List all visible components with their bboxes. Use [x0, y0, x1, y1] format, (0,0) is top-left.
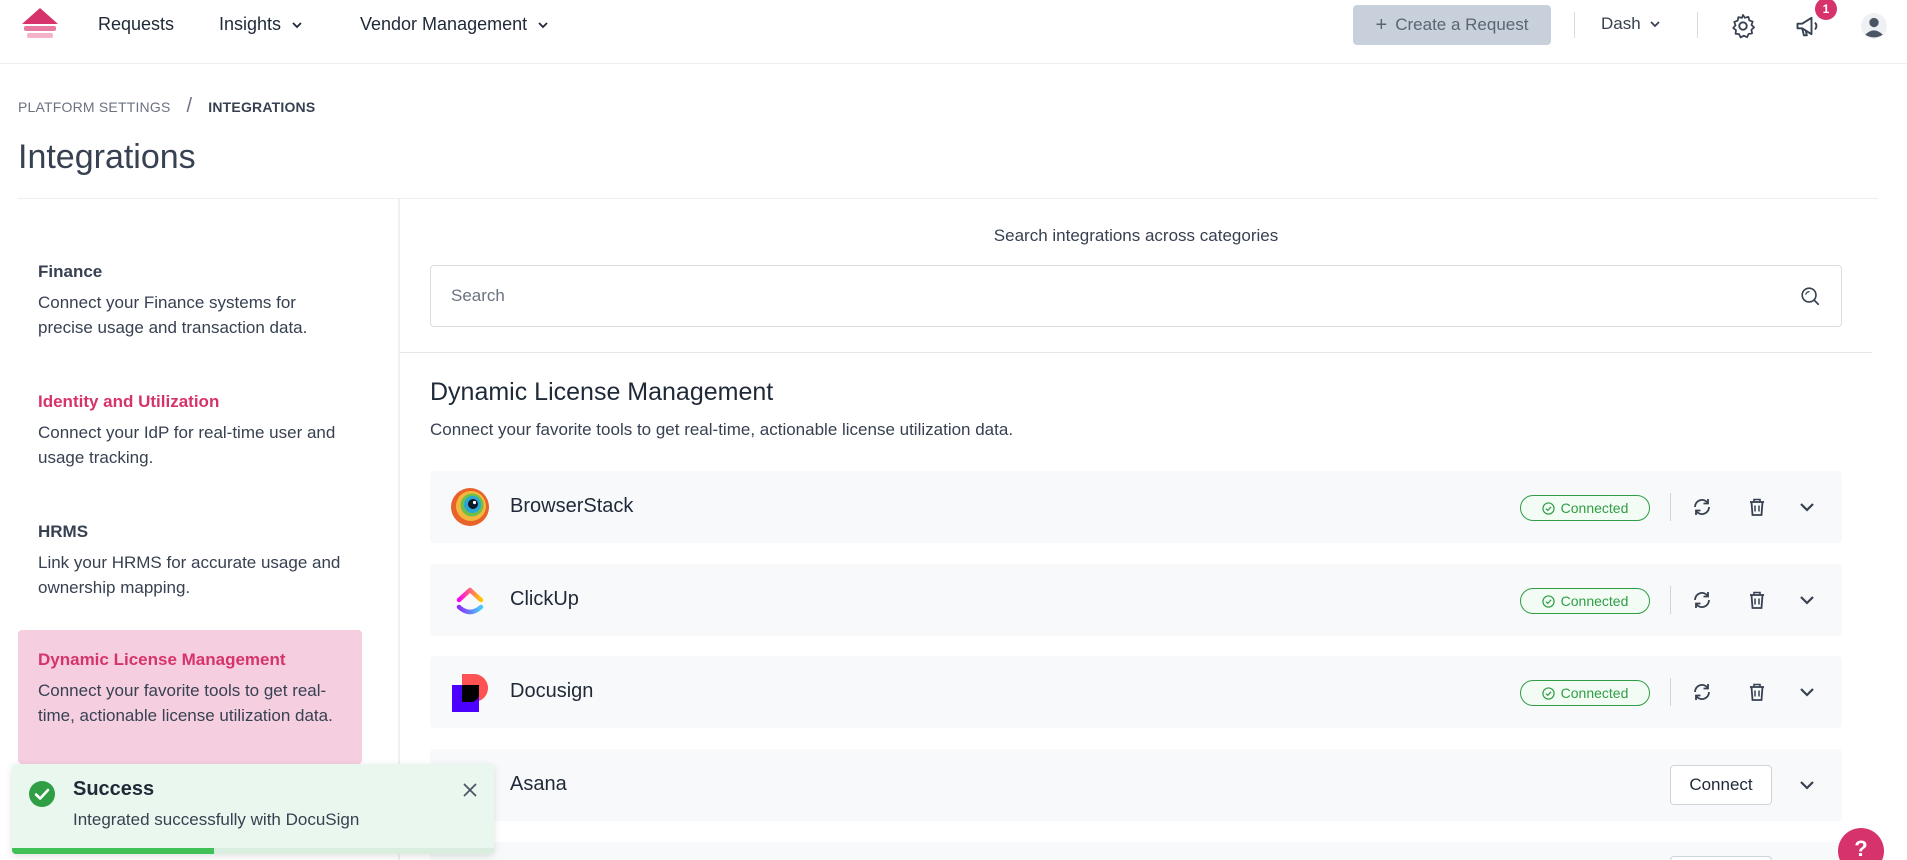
- check-circle-icon: [1541, 501, 1555, 515]
- category-description: Link your HRMS for accurate usage and ow…: [38, 553, 341, 597]
- nav-insights-label: Insights: [219, 14, 282, 34]
- breadcrumb-separator: /: [186, 95, 193, 117]
- trash-icon[interactable]: [1745, 588, 1769, 612]
- chevron-down-icon[interactable]: [1795, 495, 1819, 519]
- nav-divider: [1697, 12, 1698, 38]
- breadcrumb-current: INTEGRATIONS: [208, 98, 316, 115]
- status-badge: Connected: [1520, 495, 1650, 521]
- chevron-down-icon: [538, 21, 548, 28]
- nav-divider: [1574, 12, 1575, 38]
- section-title: Dynamic License Management: [430, 378, 774, 406]
- status-label: Connected: [1560, 593, 1629, 609]
- refresh-icon[interactable]: [1690, 588, 1714, 612]
- status-label: Connected: [1560, 500, 1629, 516]
- integration-name: Docusign: [510, 680, 594, 702]
- chevron-down-icon: [292, 21, 302, 28]
- gear-icon[interactable]: [1729, 12, 1757, 40]
- chevron-down-icon[interactable]: [1795, 680, 1819, 704]
- browserstack-logo-icon: [451, 488, 489, 526]
- status-badge: Connected: [1520, 680, 1650, 706]
- integration-name: Asana: [510, 773, 567, 795]
- avatar[interactable]: [1860, 12, 1888, 40]
- chevron-down-icon[interactable]: [1795, 773, 1819, 797]
- nav-vendor-management[interactable]: Vendor Management: [360, 14, 549, 35]
- status-badge: Connected: [1520, 588, 1650, 614]
- category-title: HRMS: [38, 522, 89, 541]
- workspace-label: Dash: [1601, 14, 1641, 33]
- search-input[interactable]: [451, 286, 1799, 306]
- check-circle-icon: [29, 781, 55, 807]
- trash-icon[interactable]: [1745, 680, 1769, 704]
- category-description: Connect your favorite tools to get real-…: [38, 681, 333, 725]
- category-description: Connect your Finance systems for precise…: [38, 293, 308, 337]
- nav-vendor-management-label: Vendor Management: [360, 14, 528, 34]
- integration-card-next: [430, 842, 1842, 860]
- title-divider: [18, 198, 1878, 199]
- status-label: Connected: [1560, 685, 1629, 701]
- integration-card-clickup: ClickUp Connected: [430, 564, 1842, 636]
- category-title: Finance: [38, 262, 103, 281]
- action-divider: [1670, 678, 1671, 706]
- plus-icon: +: [1375, 13, 1388, 36]
- sidebar-divider: [398, 199, 400, 860]
- connect-button[interactable]: [1670, 856, 1772, 860]
- close-icon[interactable]: [458, 778, 482, 802]
- refresh-icon[interactable]: [1690, 495, 1714, 519]
- category-identity-utilization[interactable]: Identity and Utilization Connect your Id…: [18, 392, 362, 470]
- nav-requests-label: Requests: [98, 14, 175, 34]
- breadcrumb-platform-settings[interactable]: PLATFORM SETTINGS: [18, 99, 171, 115]
- integration-name: ClickUp: [510, 588, 579, 610]
- workspace-selector[interactable]: Dash: [1601, 14, 1661, 34]
- section-divider: [400, 352, 1872, 353]
- docusign-logo-icon: [452, 674, 488, 712]
- refresh-icon[interactable]: [1690, 680, 1714, 704]
- check-circle-icon: [1541, 594, 1555, 608]
- chevron-down-icon[interactable]: [1795, 588, 1819, 612]
- top-navigation: Requests Insights Vendor Management + Cr…: [0, 0, 1907, 64]
- category-finance[interactable]: Finance Connect your Finance systems for…: [18, 262, 362, 340]
- category-description: Connect your IdP for real-time user and …: [38, 423, 336, 467]
- connect-button[interactable]: Connect: [1670, 765, 1772, 805]
- integration-card-docusign: Docusign Connected: [430, 656, 1842, 728]
- create-request-label: Create a Request: [1395, 15, 1529, 34]
- help-button[interactable]: ?: [1838, 828, 1884, 860]
- success-toast: Success Integrated successfully with Doc…: [12, 764, 494, 854]
- toast-message: Integrated successfully with DocuSign: [73, 810, 360, 829]
- trash-icon[interactable]: [1745, 495, 1769, 519]
- breadcrumb: PLATFORM SETTINGS / INTEGRATIONS: [18, 95, 315, 118]
- category-title: Dynamic License Management: [38, 650, 286, 669]
- section-description: Connect your favorite tools to get real-…: [430, 420, 1014, 439]
- chevron-down-icon: [1650, 21, 1660, 28]
- action-divider: [1670, 586, 1671, 614]
- integration-name: BrowserStack: [510, 495, 634, 517]
- search-field: [430, 265, 1842, 327]
- search-label: Search integrations across categories: [993, 226, 1279, 245]
- category-title: Identity and Utilization: [38, 392, 220, 411]
- page-title: Integrations: [18, 138, 196, 176]
- category-dynamic-license-management[interactable]: Dynamic License Management Connect your …: [18, 630, 362, 764]
- nav-insights[interactable]: Insights: [219, 14, 303, 35]
- toast-title: Success: [73, 778, 155, 800]
- nav-requests[interactable]: Requests: [98, 14, 174, 35]
- toast-progress-bar: [12, 848, 215, 854]
- notification-badge: 1: [1815, 0, 1837, 20]
- category-hrms[interactable]: HRMS Link your HRMS for accurate usage a…: [18, 522, 362, 600]
- action-divider: [1670, 493, 1671, 521]
- integration-card-asana: Asana Connect: [430, 749, 1842, 821]
- create-request-button[interactable]: + Create a Request: [1353, 5, 1551, 45]
- search-icon[interactable]: [1799, 285, 1821, 307]
- brand-logo-icon[interactable]: [20, 6, 60, 42]
- clickup-logo-icon: [456, 587, 484, 615]
- integration-card-browserstack: BrowserStack Connected: [430, 471, 1842, 543]
- check-circle-icon: [1541, 686, 1555, 700]
